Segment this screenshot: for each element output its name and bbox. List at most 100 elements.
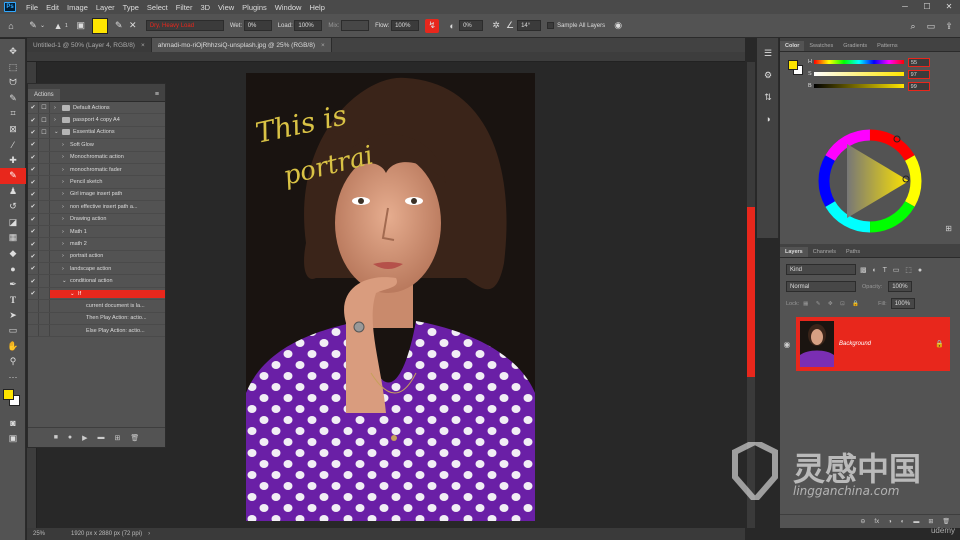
dialog-toggle[interactable] (39, 225, 50, 238)
home-icon[interactable]: ⌂ (4, 19, 18, 33)
menu-file[interactable]: File (22, 3, 42, 12)
toggle-item-checkbox[interactable]: ✔ (28, 201, 39, 213)
dialog-toggle[interactable] (39, 275, 50, 287)
clean-brush-icon[interactable]: ✕ (126, 19, 140, 33)
maximize-icon[interactable]: ☐ (916, 0, 938, 14)
action-row[interactable]: ✔ › math 2 (28, 238, 165, 251)
smoothing-settings-icon[interactable]: ✲ (489, 19, 503, 33)
gradient-tool-icon[interactable]: ▦ (0, 230, 26, 246)
healing-brush-tool-icon[interactable]: ✚ (0, 153, 26, 169)
crop-tool-icon[interactable]: ⌗ (0, 106, 26, 122)
toggle-item-checkbox[interactable]: ✔ (28, 213, 39, 225)
tool-preset-picker[interactable]: ✎ ⌄ (26, 19, 45, 33)
toggle-item-checkbox[interactable] (28, 300, 39, 312)
expand-arrow-icon[interactable]: › (62, 179, 70, 185)
workspace-icon[interactable]: ▭ (924, 19, 938, 33)
action-row[interactable]: ✔ ☐ › passport 4 copy A4 (28, 114, 165, 127)
wet-input[interactable]: 0% (243, 20, 272, 31)
screen-mode-icon[interactable]: ▣ (0, 431, 26, 447)
expand-arrow-icon[interactable]: ⌄ (70, 291, 78, 297)
zoom-level[interactable]: 25% (33, 531, 45, 537)
record-icon[interactable]: ● (68, 434, 72, 441)
rectangle-tool-icon[interactable]: ▭ (0, 323, 26, 339)
eraser-tool-icon[interactable]: ◪ (0, 215, 26, 231)
toggle-item-checkbox[interactable]: ✔ (28, 250, 39, 263)
expand-arrow-icon[interactable]: › (62, 154, 70, 160)
dialog-toggle[interactable] (39, 300, 50, 312)
action-row[interactable]: ✔ › portrait action (28, 250, 165, 264)
quick-mask-icon[interactable]: ◙ (0, 415, 26, 431)
type-tool-icon[interactable]: T (0, 292, 26, 308)
expand-arrow-icon[interactable]: › (62, 204, 70, 210)
dialog-toggle[interactable] (39, 151, 50, 163)
toggle-item-checkbox[interactable]: ✔ (28, 163, 39, 176)
close-icon[interactable]: ✕ (938, 0, 960, 14)
expand-arrow-icon[interactable]: › (62, 266, 70, 272)
channel-slider[interactable] (813, 60, 904, 64)
menu-layer[interactable]: Layer (92, 3, 119, 12)
tab-channels[interactable]: Channels (808, 247, 841, 257)
hand-tool-icon[interactable]: ✋ (0, 339, 26, 355)
layer-name[interactable]: Background (839, 341, 871, 347)
action-row[interactable]: ✔ › Drawing action (28, 213, 165, 226)
vertical-scrollbar-thumb[interactable] (747, 207, 755, 377)
toggle-item-checkbox[interactable] (28, 325, 39, 337)
blend-preset-select[interactable]: Dry, Heavy Load (145, 20, 224, 31)
toggle-item-checkbox[interactable]: ✔ (28, 275, 39, 287)
toggle-item-checkbox[interactable]: ✔ (28, 225, 39, 238)
menu-plugins[interactable]: Plugins (238, 3, 271, 12)
menu-view[interactable]: View (214, 3, 238, 12)
action-row[interactable]: ✔ › landscape action (28, 263, 165, 276)
expand-arrow-icon[interactable]: › (62, 216, 70, 222)
close-icon[interactable]: × (321, 42, 325, 49)
dialog-toggle[interactable]: ☐ (39, 126, 50, 139)
toggle-item-checkbox[interactable]: ✔ (28, 263, 39, 275)
toggle-item-checkbox[interactable]: ✔ (28, 126, 39, 139)
tab-layers[interactable]: Layers (780, 247, 808, 257)
action-row[interactable]: ✔ ⌄ If (28, 287, 165, 301)
brush-settings-icon[interactable]: ▣ (74, 19, 88, 33)
toggle-item-checkbox[interactable]: ✔ (28, 139, 39, 151)
action-row[interactable]: ✔ › Math 1 (28, 225, 165, 239)
dialog-toggle[interactable] (39, 201, 50, 213)
marquee-tool-icon[interactable]: ⬚ (0, 60, 26, 76)
menu-window[interactable]: Window (271, 3, 306, 12)
foreground-color-swatch[interactable] (3, 389, 14, 400)
action-row[interactable]: current document is la... (28, 300, 165, 313)
status-menu-arrow[interactable]: › (148, 531, 150, 537)
menu-filter[interactable]: Filter (172, 3, 197, 12)
load-input[interactable]: 100% (294, 20, 323, 31)
sample-all-checkbox[interactable] (547, 22, 555, 29)
dialog-toggle[interactable]: ☐ (39, 102, 50, 114)
minimize-icon[interactable]: ─ (894, 0, 916, 14)
document-image[interactable]: This is portrai (246, 73, 535, 521)
channel-value-input[interactable]: 55 (907, 57, 930, 67)
new-action-icon[interactable]: ⊞ (115, 434, 121, 442)
angle-input[interactable]: 14° (517, 20, 542, 31)
color-wheel[interactable] (815, 126, 925, 236)
flow-input[interactable]: 100% (391, 20, 420, 31)
pen-tool-icon[interactable]: ✒ (0, 277, 26, 293)
play-icon[interactable]: ▶ (82, 434, 87, 442)
properties-icon[interactable]: ☰ (761, 46, 775, 60)
menu-3d[interactable]: 3D (196, 3, 214, 12)
dialog-toggle[interactable] (39, 325, 50, 337)
expand-arrow-icon[interactable]: › (54, 105, 62, 111)
expand-arrow-icon[interactable]: › (62, 229, 70, 235)
toggle-item-checkbox[interactable]: ✔ (28, 188, 39, 201)
toggle-item-checkbox[interactable]: ✔ (28, 114, 39, 126)
action-row[interactable]: ✔ ☐ ⌄ Essential Actions (28, 126, 165, 140)
path-selection-tool-icon[interactable]: ➤ (0, 308, 26, 324)
channel-value-input[interactable]: 99 (907, 81, 930, 91)
action-row[interactable]: ✔ › non effective insert path a... (28, 201, 165, 214)
dialog-toggle[interactable] (39, 312, 50, 324)
tab-portrait-image[interactable]: ahmadi-mo-riOjRhhzsiQ-unsplash.jpg @ 25%… (151, 38, 332, 52)
tab-untitled-1[interactable]: Untitled-1 @ 50% (Layer 4, RGB/8) × (27, 38, 152, 52)
current-brush-load-swatch[interactable] (91, 17, 108, 34)
toggle-item-checkbox[interactable]: ✔ (28, 238, 39, 250)
lock-icons[interactable]: ▦ ✎ ✥ ⊡ 🔒 (803, 301, 862, 307)
trash-icon[interactable]: 🗑 (130, 434, 139, 442)
expand-arrow-icon[interactable]: › (62, 167, 70, 173)
action-row[interactable]: ✔ › Girl image insert path (28, 188, 165, 202)
action-row[interactable]: ✔ ⌄ conditional action (28, 275, 165, 288)
